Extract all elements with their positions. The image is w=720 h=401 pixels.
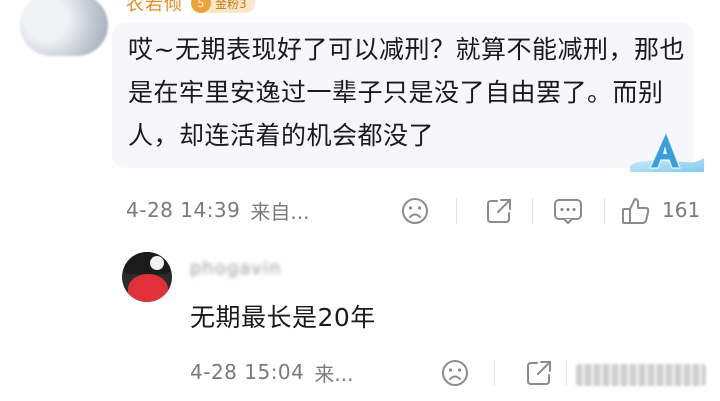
comment-icon[interactable] bbox=[552, 196, 584, 226]
comment-meta: 4-28 14:39 来自... bbox=[126, 196, 309, 224]
reply-meta: 4-28 15:04 来... bbox=[190, 358, 353, 386]
comment-time: 4-28 14:39 bbox=[126, 198, 241, 222]
sad-face-icon[interactable] bbox=[400, 196, 430, 226]
thumbs-up-icon[interactable] bbox=[620, 195, 652, 227]
like-count: 161 bbox=[662, 198, 701, 222]
fan-level-badge[interactable]: 5 金粉3 bbox=[191, 0, 255, 13]
comment-source[interactable]: 来自... bbox=[250, 196, 309, 225]
action-divider bbox=[604, 198, 605, 224]
reply-text: 无期最长是20年 bbox=[190, 303, 376, 332]
reply-avatar[interactable] bbox=[122, 252, 172, 302]
action-divider bbox=[494, 360, 495, 386]
reply-username[interactable]: phogavin bbox=[190, 258, 320, 280]
watermark-logo-icon bbox=[630, 130, 704, 172]
share-icon[interactable] bbox=[484, 196, 514, 226]
action-divider bbox=[532, 198, 533, 224]
action-divider bbox=[456, 198, 457, 224]
fan-level-number: 5 bbox=[191, 0, 211, 13]
reply-source[interactable]: 来... bbox=[314, 358, 353, 387]
commenter-name-row: 农若倾 5 金粉3 bbox=[126, 0, 255, 16]
commenter-avatar[interactable] bbox=[20, 0, 108, 56]
reply-actions-obscured bbox=[576, 364, 706, 386]
comment-text: 哎~无期表现好了可以减刑？就算不能减刑，那也是在牢里安逸过一辈子只是没了自由罢了… bbox=[128, 35, 685, 150]
sad-face-icon[interactable] bbox=[440, 358, 470, 388]
fan-level-label: 金粉3 bbox=[215, 0, 247, 11]
share-icon[interactable] bbox=[524, 358, 554, 388]
commenter-username[interactable]: 农若倾 bbox=[126, 0, 183, 16]
reply-time: 4-28 15:04 bbox=[190, 360, 305, 384]
action-divider bbox=[566, 360, 567, 386]
